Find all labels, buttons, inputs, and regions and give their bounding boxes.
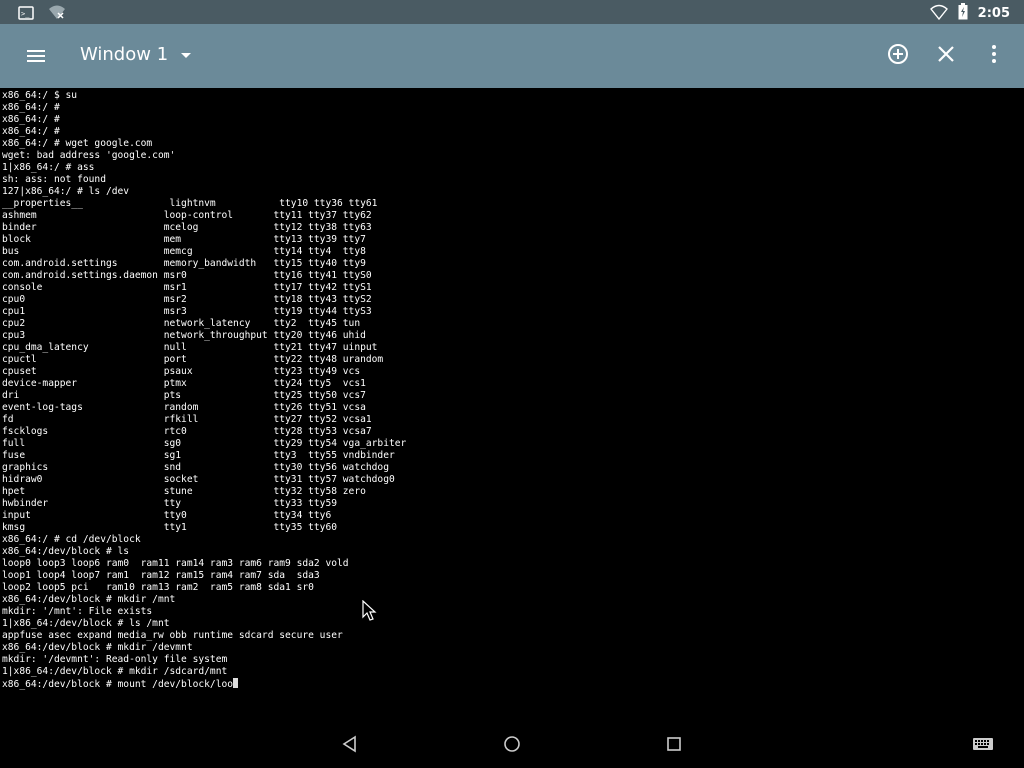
terminal-line: cpuctl port tty22 tty48 urandom — [2, 354, 384, 365]
terminal-line: x86_64:/ # — [2, 126, 60, 137]
terminal-line: fuse sg1 tty3 tty55 vndbinder — [2, 450, 395, 461]
terminal-line: cpu3 network_throughput tty20 tty46 uhid — [2, 330, 366, 341]
terminal-line: com.android.settings.daemon msr0 tty16 t… — [2, 270, 372, 281]
dropdown-arrow-icon — [180, 45, 192, 64]
svg-text:>_: >_ — [21, 10, 30, 18]
add-window-button[interactable] — [886, 44, 910, 68]
terminal-line: 1|x86_64:/dev/block # ls /mnt — [2, 618, 170, 629]
terminal-line: x86_64:/ $ su — [2, 90, 78, 101]
terminal-line: dri pts tty25 tty50 vcs7 — [2, 390, 366, 401]
terminal-line: appfuse asec expand media_rw obb runtime… — [2, 630, 343, 641]
terminal-line: x86_64:/ # cd /dev/block — [2, 534, 141, 545]
terminal-line: cpu_dma_latency null tty21 tty47 uinput — [2, 342, 378, 353]
terminal-line: x86_64:/dev/block # mkdir /mnt — [2, 594, 176, 605]
terminal-line: cpu2 network_latency tty2 tty45 tun — [2, 318, 361, 329]
terminal-line: x86_64:/ # — [2, 102, 60, 113]
terminal-line: cpuset psaux tty23 tty49 vcs — [2, 366, 361, 377]
terminal-output[interactable]: x86_64:/ $ su x86_64:/ # x86_64:/ # x86_64:… — [0, 88, 1024, 720]
home-icon[interactable] — [502, 734, 522, 754]
window-selector[interactable]: Window 1 — [80, 44, 192, 65]
mouse-pointer-icon — [362, 599, 378, 626]
terminal-line: graphics snd tty30 tty56 watchdog — [2, 462, 389, 473]
terminal-line: device-mapper ptmx tty24 tty5 vcs1 — [2, 378, 366, 389]
terminal-line: hwbinder tty tty33 tty59 — [2, 498, 338, 509]
terminal-line: 1|x86_64:/ # ass — [2, 162, 95, 173]
terminal-line: hidraw0 socket tty31 tty57 watchdog0 — [2, 474, 395, 485]
terminal-line: binder mcelog tty12 tty38 tty63 — [2, 222, 372, 233]
terminal-line: full sg0 tty29 tty54 vga_arbiter — [2, 438, 407, 449]
terminal-line: event-log-tags random tty26 tty51 vcsa — [2, 402, 366, 413]
wifi-icon — [929, 4, 948, 24]
terminal-line: fd rfkill tty27 tty52 vcsa1 — [2, 414, 372, 425]
close-icon — [937, 45, 955, 67]
terminal-line: wget: bad address 'google.com' — [2, 150, 176, 161]
terminal-line: mkdir: '/mnt': File exists — [2, 606, 153, 617]
status-bar: >_ 2:05 — [0, 0, 1024, 24]
navigation-bar — [0, 720, 1024, 768]
back-icon[interactable] — [340, 734, 360, 754]
add-circle-icon — [887, 43, 909, 69]
terminal-line: x86_64:/ # wget google.com — [2, 138, 153, 149]
more-vert-icon — [991, 44, 997, 68]
terminal-line: block mem tty13 tty39 tty7 — [2, 234, 366, 245]
terminal-line: cpu1 msr3 tty19 tty44 ttyS3 — [2, 306, 372, 317]
terminal-line: 127|x86_64:/ # ls /dev — [2, 186, 130, 197]
keyboard-icon[interactable] — [972, 734, 994, 754]
terminal-lines: x86_64:/ $ su x86_64:/ # x86_64:/ # x86_64:… — [2, 90, 1022, 678]
wifi-signal-icon — [48, 4, 66, 24]
terminal-line: loop2 loop5 pci ram10 ram13 ram2 ram5 ra… — [2, 582, 314, 593]
recents-icon[interactable] — [664, 734, 684, 754]
battery-icon — [958, 3, 968, 24]
terminal-line: loop1 loop4 loop7 ram1 ram12 ram15 ram4 … — [2, 570, 320, 581]
terminal-line: mkdir: '/devmnt': Read-only file system — [2, 654, 228, 665]
terminal-line: ashmem loop-control tty11 tty37 tty62 — [2, 210, 372, 221]
terminal-input-line[interactable]: x86_64:/dev/block # mount /dev/block/loo — [2, 678, 1022, 690]
terminal-line: x86_64:/ # — [2, 114, 60, 125]
terminal-line: input tty0 tty34 tty6 — [2, 510, 332, 521]
window-title: Window 1 — [80, 44, 169, 65]
terminal-line: kmsg tty1 tty35 tty60 — [2, 522, 338, 533]
close-window-button[interactable] — [934, 44, 958, 68]
terminal-line: bus memcg tty14 tty4 tty8 — [2, 246, 366, 257]
terminal-line: x86_64:/dev/block # mkdir /devmnt — [2, 642, 193, 653]
terminal-line: hpet stune tty32 tty58 zero — [2, 486, 366, 497]
clock: 2:05 — [977, 6, 1010, 21]
terminal-input-text: x86_64:/dev/block # mount /dev/block/loo — [2, 679, 234, 690]
terminal-line: fscklogs rtc0 tty28 tty53 vcsa7 — [2, 426, 372, 437]
terminal-line: cpu0 msr2 tty18 tty43 ttyS2 — [2, 294, 372, 305]
text-cursor — [233, 678, 239, 688]
app-bar: Window 1 — [0, 24, 1024, 88]
terminal-line: loop0 loop3 loop6 ram0 ram11 ram14 ram3 … — [2, 558, 349, 569]
overflow-menu-button[interactable] — [982, 44, 1006, 68]
terminal-line: console msr1 tty17 tty42 ttyS1 — [2, 282, 372, 293]
terminal-line: x86_64:/dev/block # ls — [2, 546, 130, 557]
terminal-line: 1|x86_64:/dev/block # mkdir /sdcard/mnt — [2, 666, 228, 677]
terminal-notification-icon: >_ — [18, 5, 34, 24]
terminal-line: com.android.settings memory_bandwidth tt… — [2, 258, 366, 269]
terminal-line: __properties__ lightnvm tty10 tty36 tty6… — [2, 198, 378, 209]
hamburger-menu-icon[interactable] — [24, 44, 48, 68]
terminal-line: sh: ass: not found — [2, 174, 106, 185]
